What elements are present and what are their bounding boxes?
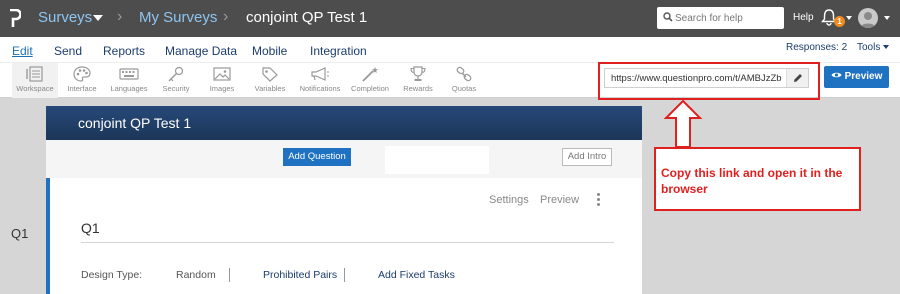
surveys-dropdown-caret-icon[interactable] (93, 15, 103, 21)
tag-icon (262, 67, 278, 82)
tool-variables[interactable]: Variables (249, 63, 291, 98)
notifications-caret-icon[interactable] (846, 16, 852, 20)
image-icon (213, 67, 231, 81)
tool-completion[interactable]: Completion (348, 63, 392, 98)
survey-panel-header: conjoint QP Test 1 (46, 106, 642, 140)
help-link[interactable]: Help (793, 12, 814, 23)
tool-label: Notifications (299, 84, 341, 93)
user-avatar-icon (860, 12, 876, 28)
search-help-box[interactable] (657, 7, 784, 29)
breadcrumb-surveys[interactable]: Surveys (38, 9, 92, 26)
menu-manage-data[interactable]: Manage Data (165, 44, 237, 58)
link-highlight-box (598, 62, 820, 100)
wand-icon (362, 67, 378, 82)
tool-label: Quotas (451, 84, 477, 93)
more-options-icon[interactable] (594, 193, 602, 209)
divider (229, 268, 230, 282)
key-icon (168, 66, 184, 82)
question-settings-link[interactable]: Settings (489, 194, 529, 206)
tool-label: Security (162, 84, 190, 93)
link-chain-icon (456, 66, 472, 82)
tools-caret-icon (883, 45, 890, 50)
question-name[interactable]: Q1 (81, 220, 100, 236)
breadcrumb-separator-icon: › (223, 8, 229, 25)
tool-label: Languages (110, 84, 148, 93)
palette-icon (73, 66, 91, 82)
keyboard-icon (119, 68, 139, 80)
tool-label: Completion (351, 84, 389, 93)
menu-send[interactable]: Send (54, 44, 82, 58)
annotation-callout: Copy this link and open it in the browse… (654, 147, 861, 211)
preview-button[interactable]: Preview (824, 66, 889, 88)
tool-interface[interactable]: Interface (62, 63, 102, 98)
breadcrumb-my-surveys[interactable]: My Surveys (139, 9, 217, 26)
avatar[interactable] (858, 8, 878, 28)
question-preview-link[interactable]: Preview (540, 194, 579, 206)
tools-menu[interactable]: Tools (857, 42, 890, 53)
tool-notifications[interactable]: Notifications (295, 63, 345, 98)
tools-label: Tools (857, 42, 881, 53)
survey-title: conjoint QP Test 1 (246, 9, 368, 26)
menu-reports[interactable]: Reports (103, 44, 145, 58)
top-bar: Surveys › My Surveys › conjoint QP Test … (0, 0, 900, 37)
tool-images[interactable]: Images (203, 63, 241, 98)
tool-rewards[interactable]: Rewards (398, 63, 438, 98)
annotation-arrow-icon (663, 100, 703, 148)
questionpro-logo[interactable] (9, 9, 21, 28)
prohibited-pairs-link[interactable]: Prohibited Pairs (263, 269, 337, 281)
preview-label: Preview (844, 71, 883, 82)
tool-quotas[interactable]: Quotas (446, 63, 482, 98)
add-question-button[interactable]: Add Question (283, 148, 351, 166)
add-intro-button[interactable]: Add Intro (562, 148, 612, 166)
trophy-icon (410, 66, 426, 81)
tool-security[interactable]: Security (156, 63, 196, 98)
responses-count-link[interactable]: Responses: 2 (786, 42, 847, 53)
tool-label: Variables (254, 84, 286, 93)
callout-text: Copy this link and open it in the browse… (661, 166, 843, 196)
tool-languages[interactable]: Languages (106, 63, 152, 98)
panel-toolbar-gap (385, 146, 489, 174)
main-menu-bar: Edit Send Reports Manage Data Mobile Int… (0, 37, 900, 62)
tool-label: Images (209, 84, 235, 93)
panel-title: conjoint QP Test 1 (78, 115, 192, 131)
breadcrumb-separator-icon: › (117, 8, 123, 25)
tool-workspace[interactable]: Workspace (12, 63, 58, 98)
tool-label: Workspace (16, 84, 54, 93)
add-fixed-tasks-link[interactable]: Add Fixed Tasks (378, 269, 455, 281)
tool-label: Rewards (403, 84, 433, 93)
menu-edit[interactable]: Edit (12, 44, 33, 58)
design-type-value[interactable]: Random (176, 269, 216, 281)
design-type-label: Design Type: (81, 269, 143, 281)
notification-badge: 1 (834, 16, 845, 27)
tool-label: Interface (67, 84, 97, 93)
menu-integration[interactable]: Integration (310, 44, 367, 58)
menu-mobile[interactable]: Mobile (252, 44, 287, 58)
question-name-underline (81, 242, 614, 243)
search-icon (663, 12, 673, 22)
search-input[interactable] (675, 9, 781, 27)
megaphone-icon (311, 67, 329, 81)
divider (344, 268, 345, 282)
workspace-icon (26, 66, 43, 82)
question-number-label: Q1 (11, 226, 29, 241)
account-caret-icon[interactable] (884, 16, 890, 20)
eye-icon (831, 73, 842, 78)
